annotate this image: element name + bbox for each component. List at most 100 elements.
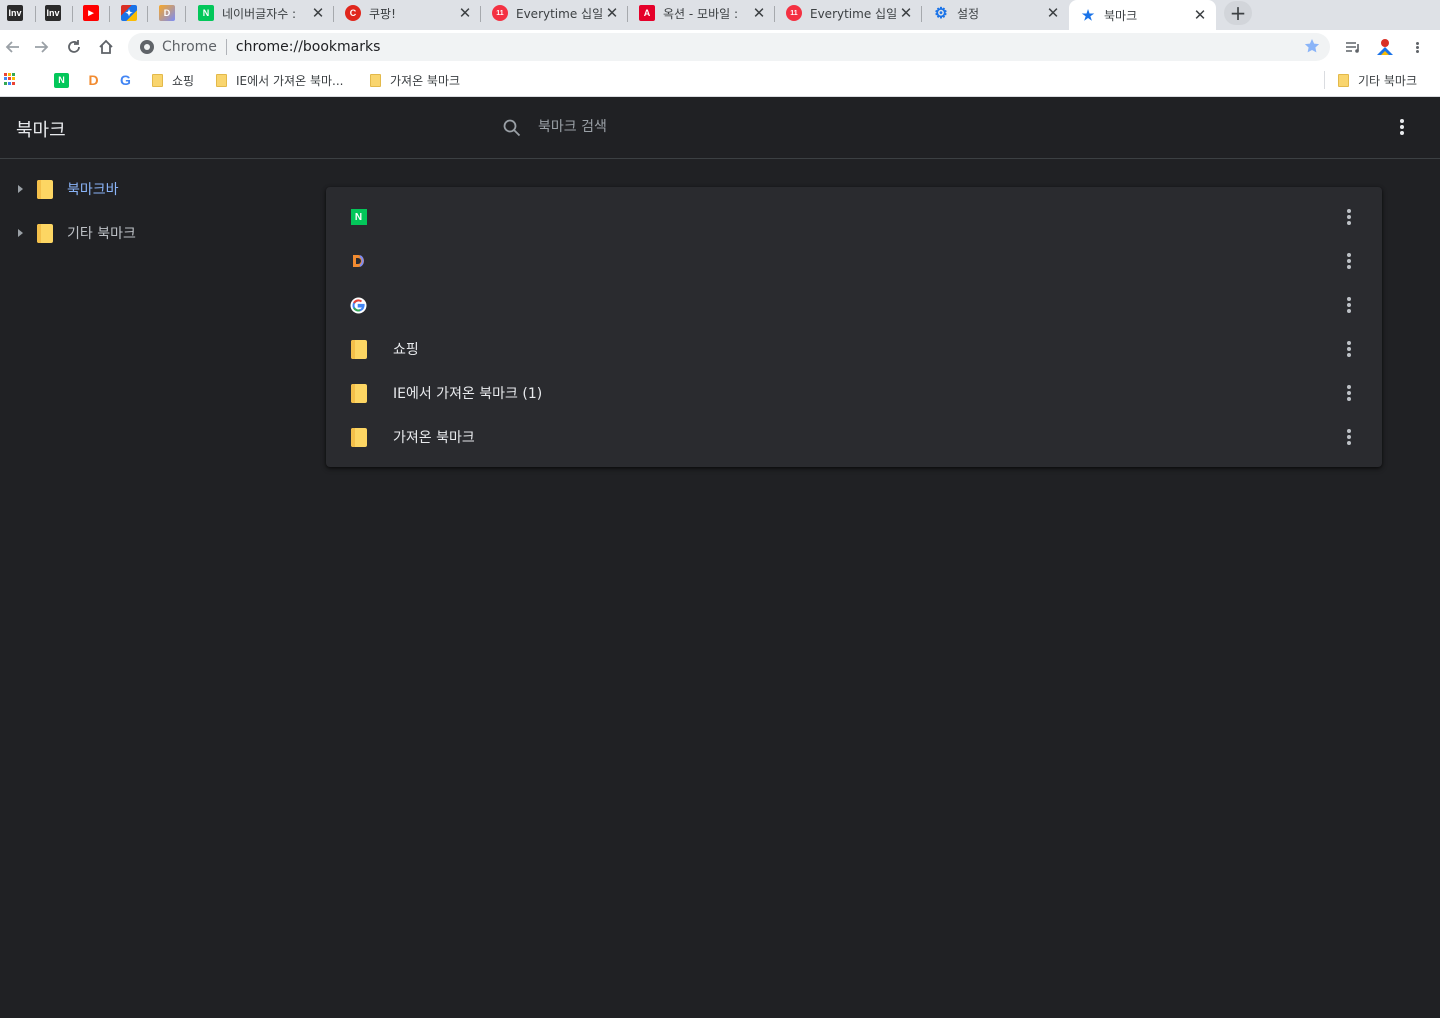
arrow-right-icon xyxy=(35,41,49,53)
vertical-dots-icon xyxy=(1415,41,1419,54)
omnibox-url[interactable]: chrome://bookmarks xyxy=(236,39,380,55)
list-item-title: IE에서 가져온 북마크 (1) xyxy=(393,386,543,402)
bookmarks-bar-divider xyxy=(1324,71,1325,89)
home-icon xyxy=(99,39,113,54)
bookmark-folder-shopping[interactable]: 쇼핑 xyxy=(152,71,194,89)
star-icon: ★ xyxy=(1081,6,1095,23)
bookmark-folder-imported[interactable]: 가져온 북마크 xyxy=(370,71,460,89)
sidebar-item-label: 북마크바 xyxy=(67,182,119,198)
daum-icon: D xyxy=(88,72,99,88)
close-icon[interactable]: ✕ xyxy=(604,4,620,22)
list-item[interactable]: 쇼핑 xyxy=(326,327,1382,371)
close-icon[interactable]: ✕ xyxy=(898,4,914,22)
google-icon xyxy=(350,297,367,314)
bookmark-label: 기타 북마크 xyxy=(1358,73,1418,88)
settings-gear-icon: ⚙ xyxy=(934,5,948,22)
item-menu-button[interactable] xyxy=(1338,206,1360,228)
close-icon[interactable]: ✕ xyxy=(457,4,473,22)
folder-icon xyxy=(350,339,367,359)
11st-icon: 11 xyxy=(786,5,802,21)
folder-icon xyxy=(350,427,367,447)
bookmarks-page-header: 북마크 xyxy=(0,98,1440,159)
list-item[interactable] xyxy=(326,239,1382,283)
chrome-icon xyxy=(140,40,154,54)
sidebar-item-bookmarks-bar[interactable]: 북마크바 xyxy=(0,169,310,209)
list-item[interactable]: N xyxy=(326,195,1382,239)
auction-icon: A xyxy=(639,5,655,21)
star-icon[interactable] xyxy=(1304,38,1320,54)
list-item[interactable]: 가져온 북마크 xyxy=(326,415,1382,459)
new-tab-button[interactable]: + xyxy=(1224,1,1252,25)
reload-button[interactable] xyxy=(62,35,86,59)
bookmark-google[interactable]: G xyxy=(118,71,133,89)
tab-title: 옥션 - 모바일 : xyxy=(663,6,739,21)
apps-grid-icon[interactable] xyxy=(4,73,16,85)
search-icon[interactable] xyxy=(503,119,521,137)
media-controls-button[interactable] xyxy=(1341,35,1365,59)
tab-pinned-2[interactable]: Inv xyxy=(36,0,73,26)
tab-settings[interactable]: ⚙ 설정 ✕ xyxy=(922,0,1069,26)
tab-coupang[interactable]: C 쿠팡! ✕ xyxy=(334,0,481,26)
item-menu-button[interactable] xyxy=(1338,294,1360,316)
bookmark-label: IE에서 가져온 북마... xyxy=(236,73,344,88)
page-menu-button[interactable] xyxy=(1391,116,1413,138)
close-icon[interactable]: ✕ xyxy=(1045,4,1061,22)
tab-title: 쿠팡! xyxy=(369,6,396,21)
bookmark-label: 가져온 북마크 xyxy=(390,73,461,88)
bookmark-daum[interactable]: D xyxy=(86,71,101,89)
item-menu-button[interactable] xyxy=(1338,382,1360,404)
expand-arrow-icon[interactable] xyxy=(18,185,23,193)
bookmark-naver[interactable]: N xyxy=(54,71,69,89)
11st-icon: 11 xyxy=(492,5,508,21)
folder-icon xyxy=(37,223,53,243)
sidebar-item-other-bookmarks[interactable]: 기타 북마크 xyxy=(0,213,310,253)
tab-auction[interactable]: A 옥션 - 모바일 : ✕ xyxy=(628,0,775,26)
colorful-logo-icon xyxy=(1377,39,1393,55)
close-icon[interactable]: ✕ xyxy=(310,4,326,22)
omnibox[interactable]: Chrome chrome://bookmarks xyxy=(128,33,1330,61)
inven-icon: Inv xyxy=(45,5,61,21)
forward-button[interactable] xyxy=(30,35,54,59)
bookmark-folder-other[interactable]: 기타 북마크 xyxy=(1338,71,1417,89)
folder-icon xyxy=(152,73,163,87)
coupang-icon: C xyxy=(345,5,361,21)
folder-icon xyxy=(370,73,381,87)
folder-icon xyxy=(350,383,367,403)
expand-arrow-icon[interactable] xyxy=(18,229,23,237)
folder-sidebar: 북마크바 기타 북마크 xyxy=(0,160,310,1018)
list-item[interactable]: IE에서 가져온 북마크 (1) xyxy=(326,371,1382,415)
home-button[interactable] xyxy=(94,35,118,59)
tab-strip: Inv Inv ▶ ✦ D N 네이버글자수 : ✕ C 쿠팡! ✕ 11 Ev… xyxy=(0,0,1440,30)
list-item-title: 쇼핑 xyxy=(393,342,419,358)
bookmark-search-input[interactable] xyxy=(538,116,1138,138)
close-icon[interactable]: ✕ xyxy=(751,4,767,22)
back-button[interactable] xyxy=(0,35,24,59)
item-menu-button[interactable] xyxy=(1338,426,1360,448)
bookmark-folder-ie-imported[interactable]: IE에서 가져온 북마... xyxy=(216,71,343,89)
tab-title: Everytime 십일 xyxy=(810,6,898,21)
tab-naver-charcount[interactable]: N 네이버글자수 : ✕ xyxy=(186,0,334,26)
omnibox-divider xyxy=(225,39,227,55)
tab-11st-1[interactable]: 11 Everytime 십일 ✕ xyxy=(481,0,628,26)
tab-pinned-4[interactable]: ✦ xyxy=(110,0,148,26)
tab-pinned-5[interactable]: D xyxy=(148,0,186,26)
colorful-logo-icon: ✦ xyxy=(121,5,137,21)
extension-button[interactable] xyxy=(1373,35,1397,59)
tab-pinned-1[interactable]: Inv xyxy=(0,0,36,26)
close-icon[interactable]: ✕ xyxy=(1192,6,1208,24)
item-menu-button[interactable] xyxy=(1338,338,1360,360)
daum-icon xyxy=(350,253,367,270)
tab-bookmarks[interactable]: ★ 북마크 ✕ xyxy=(1069,0,1216,30)
tab-title: 북마크 xyxy=(1104,8,1138,23)
item-menu-button[interactable] xyxy=(1338,250,1360,272)
tab-11st-2[interactable]: 11 Everytime 십일 ✕ xyxy=(775,0,922,26)
youtube-icon: ▶ xyxy=(83,5,99,21)
chrome-menu-button[interactable] xyxy=(1405,35,1429,59)
folder-icon xyxy=(216,73,227,87)
list-item[interactable] xyxy=(326,283,1382,327)
inven-icon: Inv xyxy=(7,5,23,21)
naver-icon: N xyxy=(54,72,69,88)
bookmark-list: N 쇼핑 IE에서 가져온 북마크 (1) 가져온 북마크 xyxy=(326,187,1382,467)
page-title: 북마크 xyxy=(16,120,66,141)
tab-pinned-3[interactable]: ▶ xyxy=(73,0,110,26)
